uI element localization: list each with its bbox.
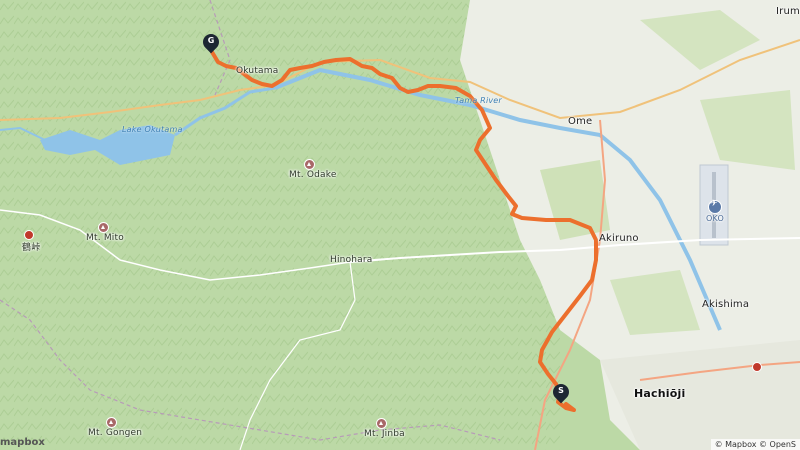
goal-marker[interactable]: G	[199, 30, 223, 58]
start-marker-label: S	[558, 386, 564, 395]
mapbox-logo[interactable]: mapbox	[0, 437, 45, 448]
peak-label-mito: Mt. Mito	[86, 233, 124, 243]
start-marker[interactable]: S	[549, 380, 573, 408]
place-label-akishima: Akishima	[702, 299, 750, 310]
airport-icon	[708, 199, 722, 214]
place-label-hinohara: Hinohara	[330, 255, 373, 265]
peak-icon	[304, 159, 315, 170]
place-label-kanji: 鶴峠	[22, 243, 41, 253]
map-view[interactable]: Okutama Ome Irum Akiruno Hinohara Akishi…	[0, 0, 800, 450]
airport-label: OKO	[706, 214, 725, 223]
place-label-hachioji: Hachiōji	[634, 387, 686, 400]
place-label-irum: Irum	[776, 6, 800, 17]
peak-icon	[376, 418, 387, 429]
peak-label-gongen: Mt. Gongen	[88, 428, 143, 438]
peak-icon	[98, 222, 109, 233]
place-label-okutama: Okutama	[236, 66, 279, 76]
peak-label-jinba: Mt. Jinba	[364, 429, 405, 439]
goal-marker-label: G	[207, 36, 215, 45]
water-label-lake: Lake Okutama	[122, 125, 183, 134]
map-canvas	[0, 0, 800, 450]
landmark-icon	[24, 230, 34, 240]
water-label-tama-river: Tama River	[455, 96, 502, 105]
place-label-akiruno: Akiruno	[599, 233, 639, 244]
map-attribution[interactable]: © Mapbox © OpenS	[710, 439, 800, 450]
place-label-ome: Ome	[568, 116, 593, 127]
landmark-icon	[752, 362, 762, 372]
peak-icon	[106, 417, 117, 428]
peak-label-odake: Mt. Odake	[289, 170, 337, 180]
